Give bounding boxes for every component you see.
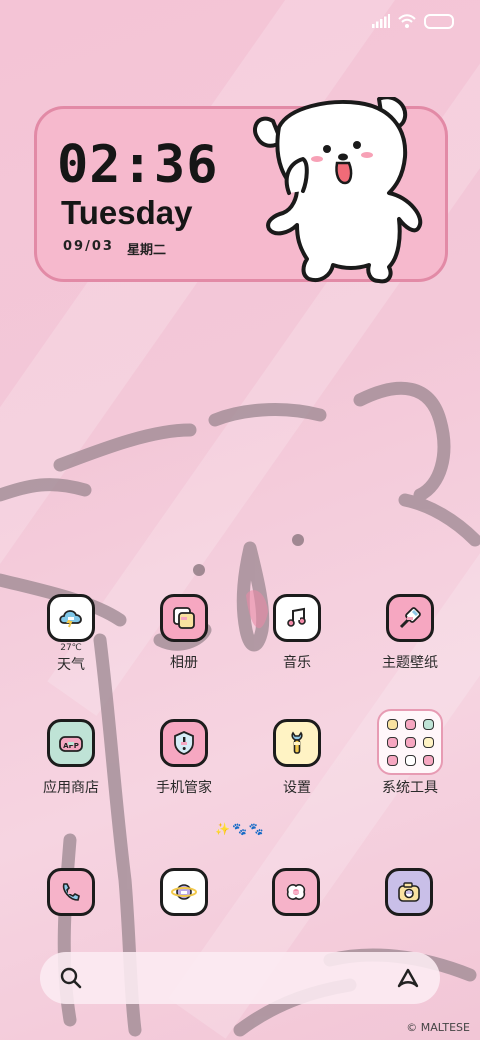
- app-theme[interactable]: 主题壁纸: [360, 594, 460, 672]
- app-label: 音乐: [283, 655, 311, 671]
- dock-app-camera[interactable]: [385, 868, 433, 916]
- folder-icon[interactable]: [377, 709, 443, 775]
- app-store[interactable]: APP 应用商店: [21, 719, 121, 797]
- settings-wrench-icon: [273, 719, 321, 767]
- clock-date: 09/03: [63, 239, 114, 254]
- app-weather[interactable]: 27℃ 天气: [21, 594, 121, 674]
- watermark: © MALTESE: [406, 1021, 470, 1034]
- messages-icon: [272, 868, 320, 916]
- home-screen: 02:36 Tuesday 09/03 星期二 27℃ 天气 相册 音乐 主题壁…: [0, 0, 480, 1040]
- search-icon[interactable]: [60, 967, 82, 989]
- app-security[interactable]: 手机管家: [134, 719, 234, 797]
- search-bar[interactable]: [40, 952, 440, 1004]
- dock-app-messages[interactable]: [272, 868, 320, 916]
- folder-mini-icon: [405, 737, 416, 748]
- theme-brush-icon: [386, 594, 434, 642]
- app-settings[interactable]: 设置: [247, 719, 347, 797]
- browser-planet-icon: [160, 868, 208, 916]
- clock-weekday: 星期二: [127, 243, 167, 258]
- battery-icon: [424, 13, 454, 29]
- music-icon: [273, 594, 321, 642]
- folder-mini-icon: [405, 755, 416, 766]
- page-indicator: ✨🐾🐾: [215, 822, 266, 836]
- app-label: 设置: [283, 780, 311, 796]
- security-shield-icon: [160, 719, 208, 767]
- dock-app-browser[interactable]: [160, 868, 208, 916]
- app-label: 天气: [57, 657, 85, 673]
- clock-widget[interactable]: 02:36 Tuesday 09/03 星期二: [34, 97, 448, 284]
- app-label: 手机管家: [156, 780, 212, 796]
- folder-mini-icon: [405, 719, 416, 730]
- wifi-icon: [398, 14, 416, 28]
- folder-mini-icon: [423, 719, 434, 730]
- gallery-icon: [160, 594, 208, 642]
- phone-icon: [47, 868, 95, 916]
- dog-illustration: [253, 97, 423, 284]
- weather-temperature: 27℃: [60, 643, 82, 653]
- app-label: 相册: [170, 655, 198, 671]
- camera-icon: [385, 868, 433, 916]
- app-label: 应用商店: [43, 780, 99, 796]
- folder-mini-icon: [387, 737, 398, 748]
- svg-text:APP: APP: [63, 742, 79, 750]
- app-music[interactable]: 音乐: [247, 594, 347, 672]
- clock-time: 02:36: [57, 135, 219, 195]
- weather-icon: [47, 594, 95, 642]
- app-gallery[interactable]: 相册: [134, 594, 234, 672]
- app-store-icon: APP: [47, 719, 95, 767]
- assistant-icon[interactable]: [396, 967, 420, 989]
- status-bar: [372, 12, 454, 30]
- folder-mini-icon: [423, 737, 434, 748]
- signal-icon: [372, 14, 390, 28]
- dock-app-phone[interactable]: [47, 868, 95, 916]
- folder-mini-icon: [387, 719, 398, 730]
- folder-mini-icon: [387, 755, 398, 766]
- folder-mini-icon: [423, 755, 434, 766]
- app-label: 系统工具: [382, 780, 438, 796]
- clock-day: Tuesday: [61, 194, 193, 231]
- app-label: 主题壁纸: [382, 655, 438, 671]
